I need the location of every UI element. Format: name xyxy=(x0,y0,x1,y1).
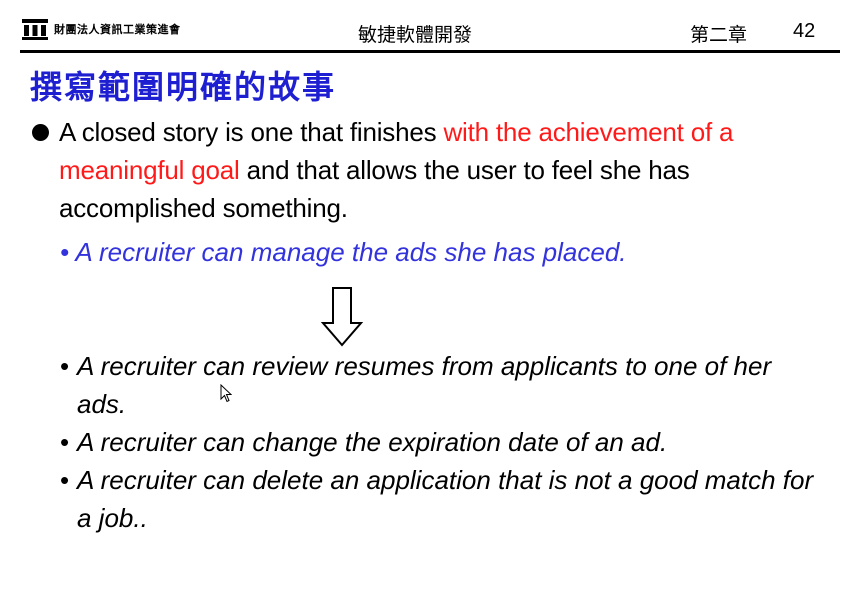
example-story: • A recruiter can manage the ads she has… xyxy=(60,234,627,270)
list-item: A recruiter can delete an application th… xyxy=(60,461,820,537)
down-arrow-icon xyxy=(321,287,363,347)
institute-logo-icon xyxy=(22,19,48,40)
deck-title: 敏捷軟體開發 xyxy=(357,24,472,46)
example-bullet: • xyxy=(60,237,76,267)
main-text-before: A closed story is one that finishes xyxy=(59,117,444,147)
main-bullet-text: A closed story is one that finishes with… xyxy=(59,113,822,227)
chapter-label: 第二章 xyxy=(690,24,748,46)
org-logo: 財團法人資訊工業策進會 xyxy=(22,18,181,40)
slide-header: 財團法人資訊工業策進會 敏捷軟體開發 第二章 42 xyxy=(0,0,865,56)
bullet-dot-icon xyxy=(32,124,49,141)
main-bullet: A closed story is one that finishes with… xyxy=(32,113,822,227)
example-text: A recruiter can manage the ads she has p… xyxy=(75,237,627,267)
slide-title: 撰寫範圍明確的故事 xyxy=(30,68,337,106)
split-stories-list: A recruiter can review resumes from appl… xyxy=(60,347,820,537)
header-divider xyxy=(20,50,840,53)
mouse-pointer-icon xyxy=(220,384,232,403)
page-number: 42 xyxy=(793,20,816,42)
list-item: A recruiter can review resumes from appl… xyxy=(60,347,820,423)
org-name: 財團法人資訊工業策進會 xyxy=(54,23,181,36)
list-item: A recruiter can change the expiration da… xyxy=(60,423,820,461)
